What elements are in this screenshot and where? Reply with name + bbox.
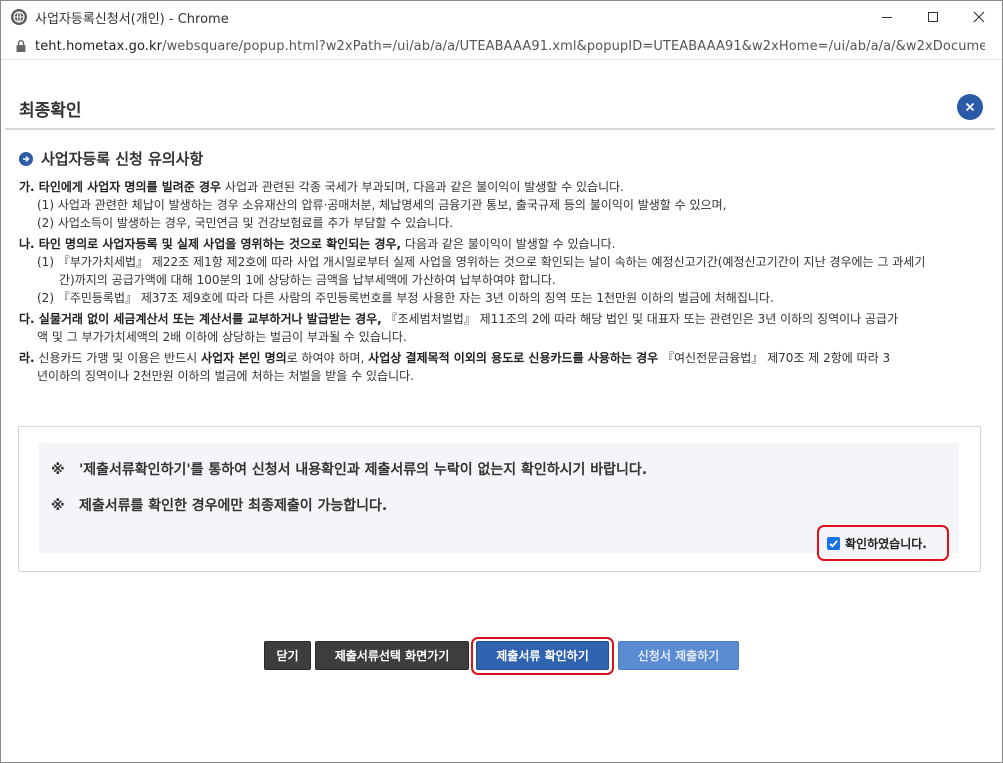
reference-mark: ※ xyxy=(51,462,65,478)
confirm-line-2: ※ 제출서류를 확인한 경우에만 최종제출이 가능합니다. xyxy=(51,495,387,515)
notice-a-tail: 사업과 관련된 각종 국세가 부과되며, 다음과 같은 불이익이 발생할 수 있… xyxy=(221,180,624,194)
arrow-right-bullet-icon xyxy=(19,151,33,166)
notice-d-text3: 『여신전문금융법』 제70조 제 2항에 따라 3 xyxy=(658,351,891,365)
checkmark-icon xyxy=(829,539,838,548)
submit-application-button[interactable]: 신청서 제출하기 xyxy=(618,641,739,670)
close-icon xyxy=(965,102,975,112)
popup-title: 최종확인 xyxy=(19,101,82,121)
globe-icon xyxy=(11,9,27,25)
notice-d-bold1: 사업자 본인 명의 xyxy=(201,351,287,365)
notice-a: 가. 타인에게 사업자 명의를 빌려준 경우 사업과 관련된 각종 국세가 부과… xyxy=(19,178,994,232)
url-text[interactable]: teht.hometax.go.kr/websquare/popup.html?… xyxy=(35,39,985,54)
check-docs-button[interactable]: 제출서류 확인하기 xyxy=(476,641,609,670)
confirm-checkbox[interactable] xyxy=(827,536,840,550)
notice-d-2: 년이하의 징역이나 2천만원 이하의 벌금에 처하는 처벌을 받을 수 있습니다… xyxy=(37,369,414,383)
confirm-line-2-text: 제출서류를 확인한 경우에만 최종제출이 가능합니다. xyxy=(79,498,388,514)
confirm-line-1-text: '제출서류확인하기'를 통하여 신청서 내용확인과 제출서류의 누락이 없는지 … xyxy=(79,462,648,478)
address-bar[interactable]: teht.hometax.go.kr/websquare/popup.html?… xyxy=(1,33,1002,60)
notice-b-2: (2) 『주민등록법』 제37조 제9호에 따라 다른 사람의 주민등록번호를 … xyxy=(37,291,774,305)
notice-list: 가. 타인에게 사업자 명의를 빌려준 경우 사업과 관련된 각종 국세가 부과… xyxy=(19,178,994,388)
go-select-docs-button[interactable]: 제출서류선택 화면가기 xyxy=(315,641,469,670)
close-button[interactable]: 닫기 xyxy=(264,641,311,670)
notice-d-head: 라. xyxy=(19,351,35,365)
popup-content: 최종확인 사업자등록 신청 유의사항 가. 타인에게 사업자 명의를 빌려준 경… xyxy=(1,60,1002,762)
notice-b-1b: 간)까지의 공급가액에 대해 100분의 1에 상당하는 금액을 납부세액에 가… xyxy=(59,273,556,287)
maximize-icon xyxy=(928,12,938,22)
confirm-checkbox-area[interactable]: 확인하였습니다. xyxy=(817,525,949,561)
notice-d-bold2: 사업상 결제목적 이외의 용도로 신용카드를 사용하는 경우 xyxy=(368,351,659,365)
confirm-checkbox-label[interactable]: 확인하였습니다. xyxy=(845,535,927,552)
section-title-text: 사업자등록 신청 유의사항 xyxy=(41,150,204,168)
title-bar: 사업자등록신청서(개인) - Chrome xyxy=(1,1,1002,33)
notice-c-head: 다. 실물거래 없이 세금계산서 또는 계산서를 교부하거나 발급받는 경우, xyxy=(19,312,382,326)
url-path: /websquare/popup.html?w2xPath=/ui/ab/a/a… xyxy=(162,38,985,54)
close-icon xyxy=(973,11,985,23)
notice-d-text1: 신용카드 가맹 및 이용은 반드시 xyxy=(34,351,202,365)
popup-header: 최종확인 xyxy=(5,74,995,130)
action-buttons: 닫기 제출서류선택 화면가기 제출서류 확인하기 신청서 제출하기 xyxy=(1,637,1002,677)
confirm-line-1: ※ '제출서류확인하기'를 통하여 신청서 내용확인과 제출서류의 누락이 없는지… xyxy=(51,459,647,479)
url-host: teht.hometax.go.kr xyxy=(35,38,163,54)
notice-d-text2: 로 하여야 하며, xyxy=(286,351,369,365)
window-title: 사업자등록신청서(개인) - Chrome xyxy=(35,11,229,27)
notice-c-tail: 『조세범처벌법』 제11조의 2에 따라 해당 법인 및 대표자 또는 관련인은… xyxy=(381,312,899,326)
minimize-icon xyxy=(882,17,892,18)
notice-b-1: (1) 『부가가치세법』 제22조 제1항 제2호에 따라 사업 개시일로부터 … xyxy=(37,255,926,269)
notice-b-tail: 다음과 같은 불이익이 발생할 수 있습니다. xyxy=(401,237,616,251)
browser-window: 사업자등록신청서(개인) - Chrome teht.hometax.go.kr… xyxy=(0,0,1003,763)
section-title: 사업자등록 신청 유의사항 xyxy=(19,148,203,169)
notice-c: 다. 실물거래 없이 세금계산서 또는 계산서를 교부하거나 발급받는 경우, … xyxy=(19,310,994,346)
notice-d: 라. 신용카드 가맹 및 이용은 반드시 사업자 본인 명의로 하여야 하며, … xyxy=(19,349,994,385)
minimize-button[interactable] xyxy=(864,1,910,33)
notice-a-1: (1) 사업과 관련한 체납이 발생하는 경우 소유재산의 압류·공매처분, 체… xyxy=(37,198,727,212)
notice-c-2: 액 및 그 부가가치세액의 2배 이하에 상당하는 벌금이 부과될 수 있습니다… xyxy=(37,330,407,344)
lock-icon xyxy=(16,40,26,52)
maximize-button[interactable] xyxy=(910,1,956,33)
notice-a-head: 가. 타인에게 사업자 명의를 빌려준 경우 xyxy=(19,180,222,194)
popup-close-button[interactable] xyxy=(957,94,983,120)
reference-mark: ※ xyxy=(51,498,65,514)
notice-a-2: (2) 사업소득이 발생하는 경우, 국민연금 및 건강보험료를 추가 부담할 … xyxy=(37,216,454,230)
close-window-button[interactable] xyxy=(956,1,1002,33)
notice-b-head: 나. 타인 명의로 사업자등록 및 실제 사업을 영위하는 것으로 확인되는 경… xyxy=(19,237,402,251)
notice-b: 나. 타인 명의로 사업자등록 및 실제 사업을 영위하는 것으로 확인되는 경… xyxy=(19,235,994,307)
confirm-box: ※ '제출서류확인하기'를 통하여 신청서 내용확인과 제출서류의 누락이 없는지… xyxy=(18,426,981,572)
